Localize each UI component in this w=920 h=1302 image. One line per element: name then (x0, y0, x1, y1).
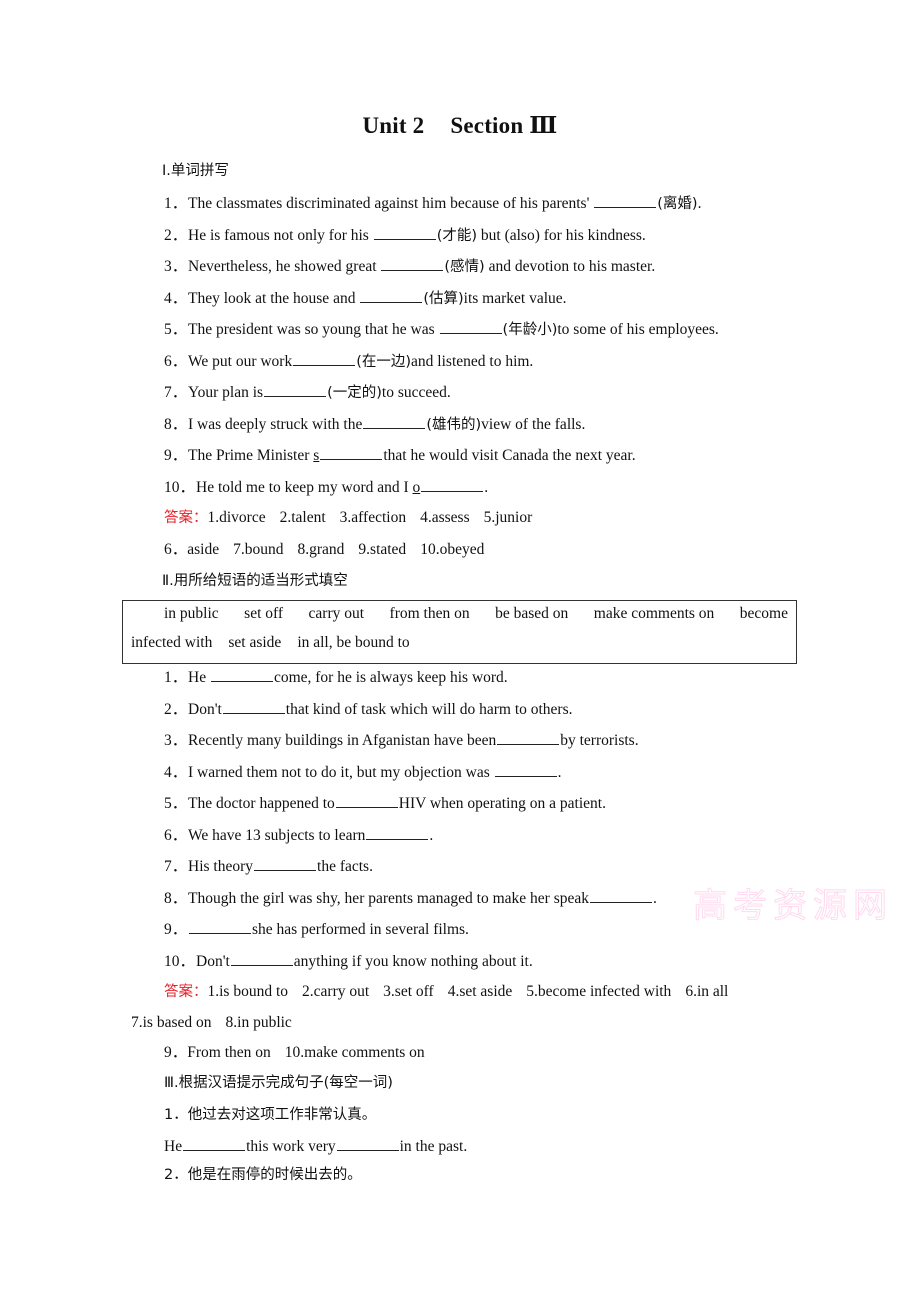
part3-q2-chinese: 2．他是在雨停的时候出去的。 (164, 1167, 362, 1183)
part1-item-4: 4．They look at the house and (估算)its mar… (164, 288, 567, 307)
answer-blank (497, 730, 560, 745)
answer-blank (335, 793, 398, 808)
answer-blank (594, 193, 657, 208)
answer-blank (183, 1136, 246, 1151)
answer-blank (381, 256, 444, 271)
phrase-row-2: infected with set aside in all, be bound t… (131, 634, 410, 651)
answer-blank (189, 919, 251, 934)
answer-blank (590, 888, 653, 903)
answer-blank (494, 762, 557, 777)
answer-blank (254, 856, 317, 871)
part2-item-8: 8．Though the girl was shy, her parents m… (164, 888, 657, 907)
answer-blank (320, 445, 383, 460)
answer-blank (210, 667, 273, 682)
answer-blank (230, 951, 293, 966)
watermark: 高考资源网 (693, 886, 893, 927)
part2-answers-line1: 答案：1.is bound to 2.carry out 3.set off 4.se… (164, 983, 729, 1000)
part2-answers-line2: 7.is based on 8.in public (131, 1014, 292, 1031)
phrase-row-1: in public set off carry out from then on… (164, 605, 788, 622)
answer-blank (439, 319, 502, 334)
unit-label: Unit 2 (362, 113, 425, 138)
part3-q1-english: He this work very in the past. (164, 1136, 468, 1155)
part1-item-10: 10．He told me to keep my word and I o. (164, 477, 489, 496)
answer-blank (373, 225, 436, 240)
part1-answers-line1: 答案：1.divorce 2.talent 3.affection 4.assess 5… (164, 509, 533, 526)
page-title: Unit 2 Section Ⅲ (0, 112, 920, 139)
part3-heading: Ⅲ.根据汉语提示完成句子(每空一词) (164, 1075, 393, 1091)
part2-item-1: 1．He come, for he is always keep his wor… (164, 667, 508, 686)
part1-item-3: 3．Nevertheless, he showed great (感情) and… (164, 256, 656, 275)
answer-blank (363, 414, 426, 429)
part1-item-7: 7．Your plan is (一定的)to succeed. (164, 382, 451, 401)
part2-item-10: 10．Don't anything if you know nothing abo… (164, 951, 533, 970)
part2-heading: Ⅱ.用所给短语的适当形式填空 (162, 573, 348, 589)
answer-blank (360, 288, 423, 303)
part1-item-2: 2．He is famous not only for his (才能) but… (164, 225, 646, 244)
answer-blank (264, 382, 327, 397)
answer-label: 答案： (164, 984, 208, 1000)
part2-item-9: 9． she has performed in several films. (164, 919, 469, 938)
part2-item-2: 2．Don't that kind of task which will do h… (164, 699, 573, 718)
part2-item-3: 3．Recently many buildings in Afganistan … (164, 730, 639, 749)
answer-blank (421, 477, 484, 492)
answer-blank (222, 699, 285, 714)
part1-item-6: 6．We put our work (在一边)and listened to hi… (164, 351, 534, 370)
part1-item-8: 8．I was deeply struck with the (雄伟的)view … (164, 414, 586, 433)
part1-answers-line2: 6．aside 7.bound 8.grand 9.stated 10.obeyed (164, 541, 485, 558)
answer-blank (366, 825, 429, 840)
phrase-bank: in public set off carry out from then on… (122, 600, 797, 664)
part2-item-6: 6．We have 13 subjects to learn. (164, 825, 434, 844)
part1-item-9: 9．The Prime Minister s that he would visi… (164, 445, 636, 464)
answer-label: 答案： (164, 510, 208, 526)
answer-blank (293, 351, 356, 366)
section-label: Section Ⅲ (450, 113, 558, 138)
part2-answers-line3: 9．From then on 10.make comments on (164, 1044, 425, 1061)
part1-item-1: 1．The classmates discriminated against h… (164, 193, 702, 212)
part2-item-7: 7．His theory the facts. (164, 856, 373, 875)
part1-item-5: 5．The president was so young that he was… (164, 319, 719, 338)
part2-item-5: 5．The doctor happened to HIV when operati… (164, 793, 606, 812)
answer-blank (336, 1136, 399, 1151)
part1-heading: Ⅰ.单词拼写 (162, 163, 229, 179)
part3-q1-chinese: 1．他过去对这项工作非常认真。 (164, 1107, 377, 1123)
part2-item-4: 4．I warned them not to do it, but my obj… (164, 762, 562, 781)
